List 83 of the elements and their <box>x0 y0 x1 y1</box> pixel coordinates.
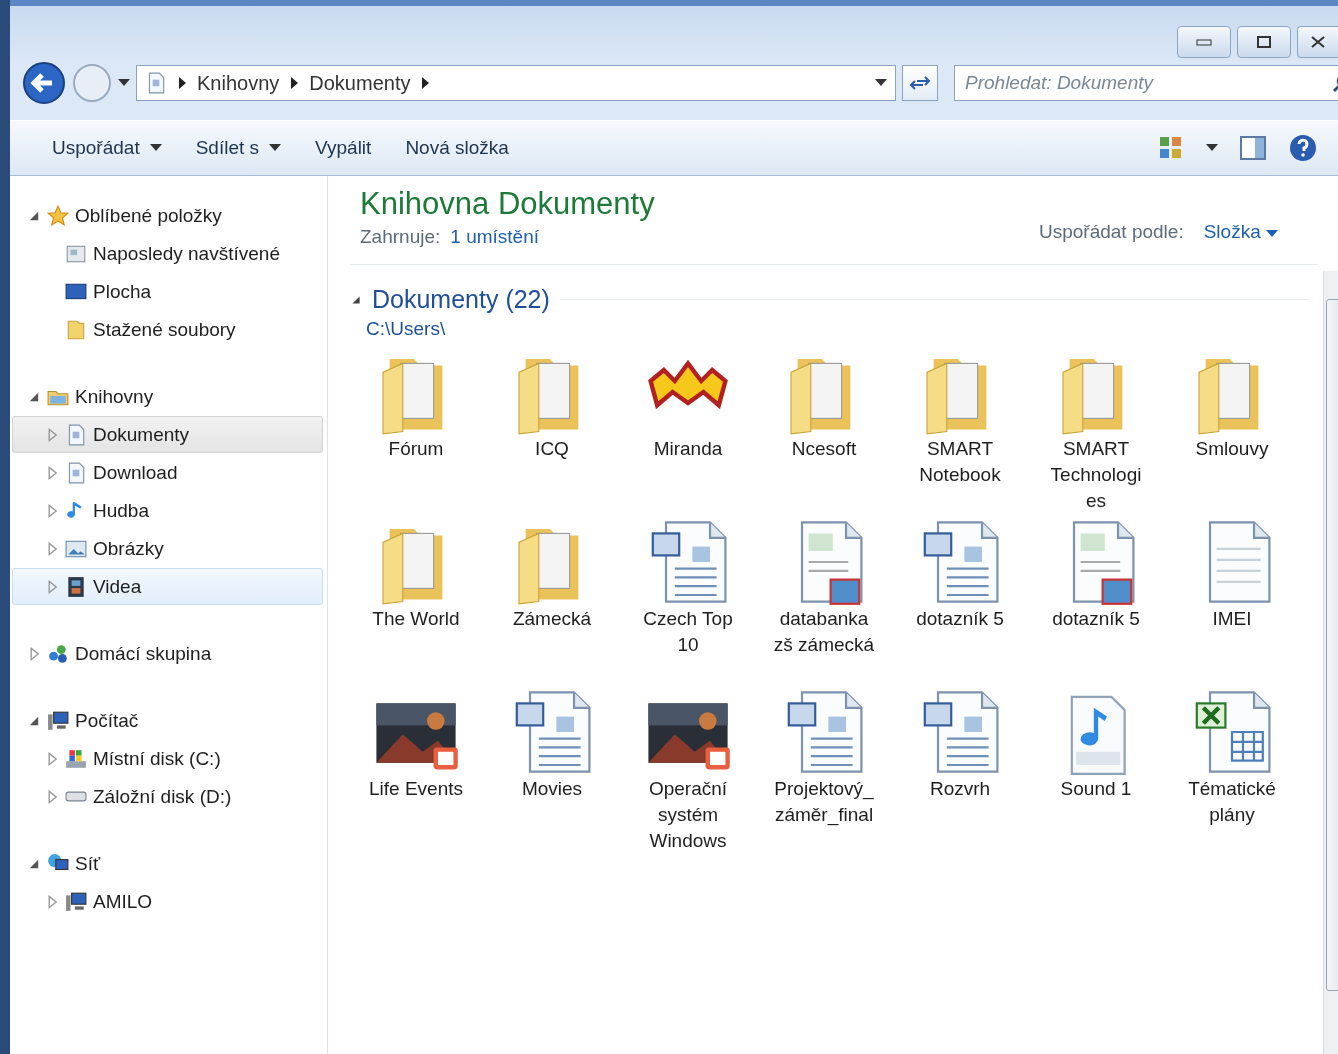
breadcrumb-arrow[interactable] <box>177 77 187 89</box>
view-options-icon[interactable] <box>1158 135 1184 161</box>
computer-icon <box>65 890 87 913</box>
drive-icon <box>65 791 87 802</box>
computer-icon <box>47 709 69 732</box>
file-name[interactable]: Rozvrh <box>929 776 991 802</box>
includes-label: Zahrnuje: <box>360 226 441 248</box>
file-name[interactable]: Zámecká <box>512 606 592 632</box>
minimize-icon <box>1196 38 1212 46</box>
nav-item[interactable]: Oblíbené položky <box>12 197 323 234</box>
nav-item[interactable]: Počítač <box>12 702 323 739</box>
nav-item[interactable]: Obrázky <box>12 530 323 567</box>
nav-item[interactable]: Záložní disk (D:) <box>12 778 323 815</box>
homegroup-icon <box>47 642 69 665</box>
breadcrumb-arrow[interactable] <box>289 77 300 89</box>
view-dropdown-arrow <box>1206 144 1218 152</box>
nav-item[interactable]: Domácí skupina <box>12 635 323 672</box>
preview-pane-icon[interactable] <box>1240 136 1266 160</box>
dropdown-arrow <box>269 144 282 152</box>
file-name[interactable]: Life Events <box>369 776 463 802</box>
nav-item[interactable]: AMILO <box>12 883 323 920</box>
file-name[interactable]: The World <box>372 606 460 632</box>
film-icon <box>65 575 87 598</box>
address-bar[interactable]: Knihovny Dokumenty <box>136 65 896 101</box>
toolbar-button[interactable]: Nová složka <box>393 129 521 167</box>
file-name[interactable]: Fórum <box>388 436 444 462</box>
file-name[interactable]: Projektový_ záměr_final <box>774 776 874 828</box>
toolbar-button[interactable]: Uspořádat <box>40 129 174 167</box>
arrange-label: Uspořádat podle: <box>1038 221 1184 243</box>
nav-item[interactable]: Místní disk (C:) <box>12 740 323 777</box>
refresh-button[interactable] <box>902 65 938 101</box>
maximize-icon <box>1256 35 1272 49</box>
group-title: Dokumenty (22) <box>372 285 550 314</box>
file-name[interactable]: Smlouvy <box>1195 436 1269 462</box>
back-button[interactable] <box>22 61 66 105</box>
file-name[interactable]: ICQ <box>535 436 569 462</box>
nav-item[interactable]: Stažené soubory <box>12 311 323 348</box>
minimize-button[interactable] <box>1177 26 1231 58</box>
file-name[interactable]: dotazník 5 <box>1052 606 1140 632</box>
scrollbar[interactable] <box>1323 271 1338 1054</box>
nav-item[interactable]: Plocha <box>12 273 323 310</box>
breadcrumb[interactable]: Dokumenty <box>309 71 411 95</box>
close-icon <box>1310 35 1326 49</box>
file-name[interactable]: Miranda <box>653 436 723 462</box>
maximize-button[interactable] <box>1237 26 1291 58</box>
file-name[interactable]: Tématické plány <box>1188 776 1276 828</box>
collapse-arrow[interactable] <box>350 293 362 306</box>
locations-link[interactable]: 1 umístění <box>450 226 539 248</box>
search-field[interactable]: Prohledat: Dokumenty <box>954 65 1338 101</box>
file-name[interactable]: Operační systém Windows <box>648 776 728 854</box>
caret-icon <box>1266 230 1278 238</box>
file-name[interactable]: SMART Notebook <box>919 436 1001 488</box>
star-icon <box>47 204 69 227</box>
address-dropdown-arrow <box>875 79 887 87</box>
nav-item[interactable]: Download <box>12 454 323 491</box>
nav-item[interactable]: Dokumenty <box>12 416 323 453</box>
dropdown-arrow <box>149 144 162 152</box>
file-name[interactable]: Sound 1 <box>1060 776 1132 802</box>
library-title: Knihovna Dokumenty <box>360 186 655 222</box>
nav-item[interactable]: Knihovny <box>12 378 323 415</box>
disk-icon <box>65 747 87 770</box>
history-dropdown-arrow <box>118 79 130 87</box>
group-path: C:\Users\ <box>366 318 447 340</box>
folder-icon <box>65 318 87 341</box>
close-button[interactable] <box>1297 26 1338 58</box>
help-icon[interactable] <box>1288 133 1318 163</box>
nav-item[interactable]: Naposledy navštívené <box>12 235 323 272</box>
refresh-icon <box>909 75 931 91</box>
file-name[interactable]: SMART Technologi es <box>1050 436 1142 514</box>
file-name[interactable]: Ncesoft <box>791 436 857 462</box>
toolbar-button[interactable]: Vypálit <box>303 129 384 167</box>
file-name[interactable]: dotazník 5 <box>916 606 1004 632</box>
file-name[interactable]: databanka zš zámecká <box>773 606 875 658</box>
file-name[interactable]: Movies <box>521 776 583 802</box>
arrange-dropdown[interactable]: Složka <box>1203 221 1278 243</box>
toolbar-button[interactable]: Sdílet s <box>183 129 294 167</box>
breadcrumb-arrow[interactable] <box>420 77 431 89</box>
file-name[interactable]: Czech Top 10 <box>643 606 733 658</box>
file-name[interactable]: IMEI <box>1212 606 1252 632</box>
nav-item[interactable]: Síť <box>12 845 323 882</box>
nav-item[interactable]: Hudba <box>12 492 323 529</box>
breadcrumb[interactable]: Knihovny <box>197 71 280 95</box>
nav-item[interactable]: Videa <box>12 568 323 605</box>
